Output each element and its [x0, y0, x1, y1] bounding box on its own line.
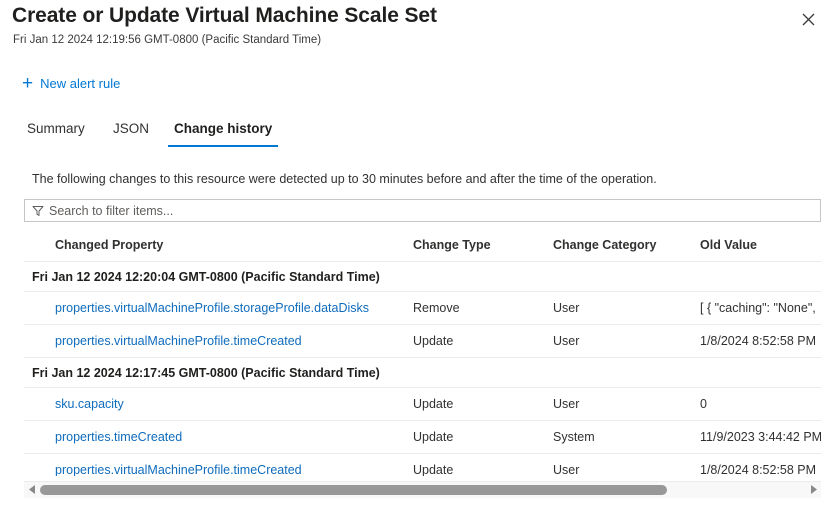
cell-change-category: User: [553, 388, 700, 421]
close-icon: [802, 13, 815, 26]
scroll-left-button[interactable]: [24, 482, 40, 498]
table-row[interactable]: properties.virtualMachineProfile.timeCre…: [24, 454, 821, 477]
column-header-change-category[interactable]: Change Category: [553, 230, 700, 262]
tab-summary[interactable]: Summary: [21, 120, 91, 144]
cell-old-value: 1/8/2024 8:52:58 PM: [700, 454, 821, 477]
group-header-label: Fri Jan 12 2024 12:17:45 GMT-0800 (Pacif…: [24, 358, 821, 388]
table-row[interactable]: properties.timeCreated Update System 11/…: [24, 421, 821, 454]
group-header-row: Fri Jan 12 2024 12:20:04 GMT-0800 (Pacif…: [24, 262, 821, 292]
scroll-track[interactable]: [40, 482, 805, 498]
command-bar: + New alert rule: [0, 70, 829, 104]
search-box[interactable]: [24, 199, 821, 222]
cell-change-category: System: [553, 421, 700, 454]
cell-old-value: 1/8/2024 8:52:58 PM: [700, 325, 821, 358]
description-text: The following changes to this resource w…: [32, 172, 657, 186]
cell-change-type: Update: [413, 454, 553, 477]
cell-change-category: User: [553, 325, 700, 358]
horizontal-scrollbar[interactable]: [24, 481, 821, 498]
change-history-table: Changed Property Change Type Change Cate…: [24, 230, 821, 476]
new-alert-rule-button[interactable]: + New alert rule: [18, 72, 124, 95]
triangle-right-icon: [810, 481, 817, 499]
table-row[interactable]: properties.virtualMachineProfile.timeCre…: [24, 325, 821, 358]
page-title: Create or Update Virtual Machine Scale S…: [12, 4, 437, 28]
cell-changed-property: properties.virtualMachineProfile.timeCre…: [24, 325, 413, 358]
property-link[interactable]: properties.timeCreated: [55, 430, 182, 444]
table-row[interactable]: sku.capacity Update User 0: [24, 388, 821, 421]
cell-changed-property: properties.timeCreated: [24, 421, 413, 454]
tab-json[interactable]: JSON: [107, 120, 155, 144]
property-link[interactable]: sku.capacity: [55, 397, 124, 411]
cell-change-type: Update: [413, 421, 553, 454]
table-row[interactable]: properties.virtualMachineProfile.storage…: [24, 292, 821, 325]
scroll-thumb[interactable]: [40, 485, 667, 495]
tab-list: Summary JSON Change history: [0, 120, 829, 150]
column-header-changed-property[interactable]: Changed Property: [24, 230, 413, 262]
cell-change-category: User: [553, 292, 700, 325]
cell-changed-property: properties.virtualMachineProfile.storage…: [24, 292, 413, 325]
property-link[interactable]: properties.virtualMachineProfile.storage…: [55, 301, 369, 315]
group-header-row: Fri Jan 12 2024 12:17:45 GMT-0800 (Pacif…: [24, 358, 821, 388]
cell-old-value: 11/9/2023 3:44:42 PM: [700, 421, 821, 454]
cell-old-value: [ { "caching": "None",: [700, 292, 821, 325]
table-header-row: Changed Property Change Type Change Cate…: [24, 230, 821, 262]
close-button[interactable]: [795, 6, 821, 32]
cell-change-type: Remove: [413, 292, 553, 325]
search-input[interactable]: [49, 201, 820, 220]
group-header-label: Fri Jan 12 2024 12:20:04 GMT-0800 (Pacif…: [24, 262, 821, 292]
cell-changed-property: properties.virtualMachineProfile.timeCre…: [24, 454, 413, 477]
new-alert-rule-label: New alert rule: [40, 76, 120, 91]
column-header-change-type[interactable]: Change Type: [413, 230, 553, 262]
cell-old-value: 0: [700, 388, 821, 421]
change-history-table-container: Changed Property Change Type Change Cate…: [24, 230, 821, 476]
property-link[interactable]: properties.virtualMachineProfile.timeCre…: [55, 334, 302, 348]
filter-icon: [32, 205, 44, 217]
triangle-left-icon: [29, 481, 36, 499]
cell-change-type: Update: [413, 325, 553, 358]
cell-change-category: User: [553, 454, 700, 477]
cell-change-type: Update: [413, 388, 553, 421]
column-header-old-value[interactable]: Old Value: [700, 230, 821, 262]
operation-timestamp: Fri Jan 12 2024 12:19:56 GMT-0800 (Pacif…: [13, 34, 321, 46]
plus-icon: +: [22, 77, 33, 91]
tab-change-history[interactable]: Change history: [168, 120, 278, 144]
cell-changed-property: sku.capacity: [24, 388, 413, 421]
scroll-right-button[interactable]: [805, 482, 821, 498]
property-link[interactable]: properties.virtualMachineProfile.timeCre…: [55, 463, 302, 476]
